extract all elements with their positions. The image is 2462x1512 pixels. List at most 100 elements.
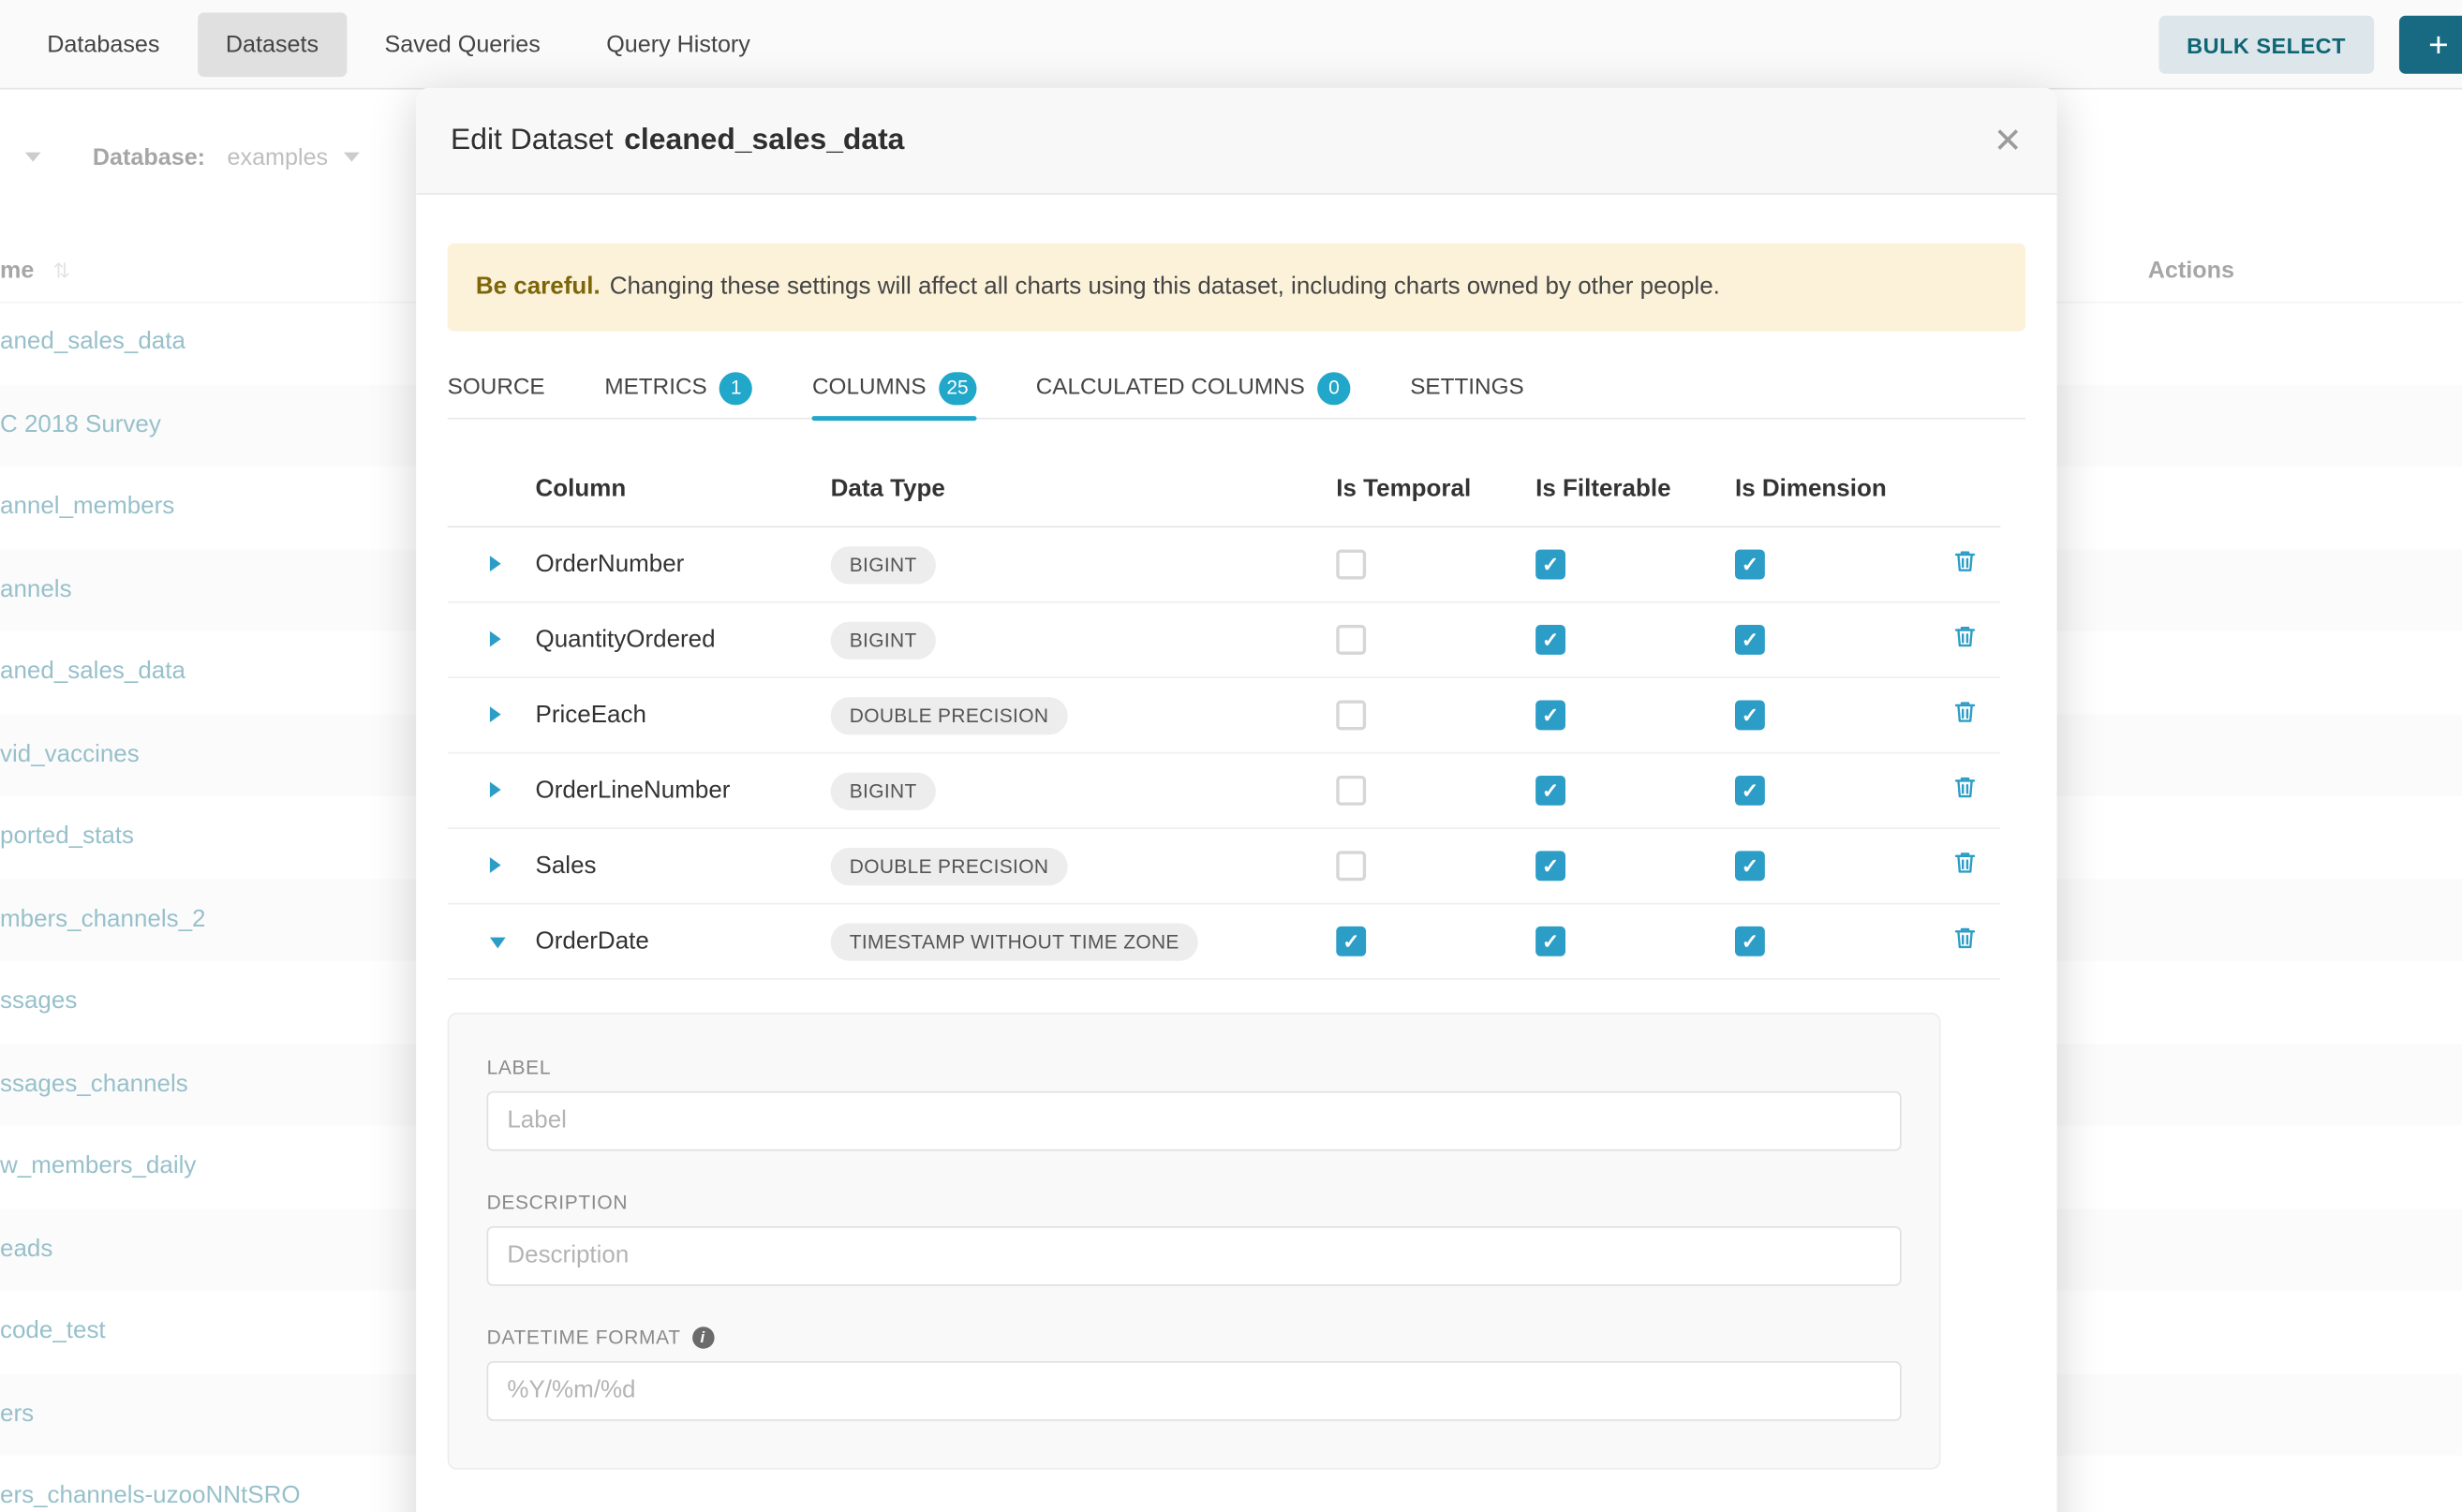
data-type-pill: BIGINT	[831, 772, 936, 809]
is-dimension-checkbox[interactable]: ✓	[1735, 851, 1765, 881]
tab-settings[interactable]: SETTINGS	[1410, 356, 1524, 419]
modal-tabs: SOURCE METRICS 1 COLUMNS 25 CALCULATED COLUMN…	[448, 356, 2025, 419]
column-row: SalesDOUBLE PRECISION ✓ ✓	[448, 829, 2001, 904]
column-name: Sales	[536, 852, 831, 880]
modal-header: Edit Dataset cleaned_sales_data ✕	[416, 88, 2056, 195]
nav-item-query-history[interactable]: Query History	[578, 12, 779, 77]
expand-caret-icon[interactable]	[490, 781, 501, 797]
expand-caret-icon[interactable]	[490, 856, 501, 872]
datetime-format-field: DATETIME FORMAT i	[487, 1327, 1902, 1421]
column-row: QuantityOrderedBIGINT ✓ ✓	[448, 603, 2001, 678]
data-type-pill: BIGINT	[831, 545, 936, 583]
is-temporal-checkbox[interactable]	[1336, 625, 1366, 655]
is-temporal-checkbox[interactable]	[1336, 851, 1366, 881]
delete-column-icon[interactable]	[1951, 623, 1978, 649]
top-navbar: DatabasesDatasetsSaved QueriesQuery Hist…	[0, 0, 2462, 90]
is-dimension-checkbox[interactable]: ✓	[1735, 550, 1765, 580]
column-row: OrderNumberBIGINT ✓ ✓	[448, 527, 2001, 602]
column-name: OrderNumber	[536, 550, 831, 578]
add-dataset-button[interactable]: +	[2399, 16, 2462, 74]
is-filterable-checkbox[interactable]: ✓	[1535, 851, 1565, 881]
delete-column-icon[interactable]	[1951, 547, 1978, 573]
datetime-format-input[interactable]	[487, 1361, 1902, 1421]
warning-banner-bold: Be careful.	[476, 274, 601, 302]
column-row: PriceEachDOUBLE PRECISION ✓ ✓	[448, 678, 2001, 753]
tab-metrics[interactable]: METRICS 1	[604, 356, 752, 419]
is-dimension-checkbox[interactable]: ✓	[1735, 701, 1765, 731]
columns-table: Column Data Type Is Temporal Is Filterab…	[448, 453, 2001, 979]
description-input[interactable]	[487, 1226, 1902, 1286]
bulk-select-button[interactable]: BULK SELECT	[2158, 16, 2374, 74]
data-type-pill: DOUBLE PRECISION	[831, 696, 1068, 734]
is-temporal-checkbox[interactable]: ✓	[1336, 926, 1366, 956]
column-name: PriceEach	[536, 701, 831, 729]
column-row: OrderDateTIMESTAMP WITHOUT TIME ZONE ✓ ✓ ✓	[448, 904, 2001, 979]
tab-label: SETTINGS	[1410, 376, 1524, 401]
col-header-is-dimension: Is Dimension	[1735, 476, 1951, 504]
col-header-is-temporal: Is Temporal	[1336, 476, 1535, 504]
modal-title: Edit Dataset	[451, 124, 613, 158]
description-field: DESCRIPTION	[487, 1192, 1902, 1286]
warning-banner-text: Changing these settings will affect all …	[610, 274, 1720, 302]
column-name: QuantityOrdered	[536, 626, 831, 654]
datetime-format-field-label: DATETIME FORMAT i	[487, 1327, 1902, 1348]
column-name: OrderLineNumber	[536, 777, 831, 805]
edit-dataset-modal: Edit Dataset cleaned_sales_data ✕ Be car…	[416, 88, 2056, 1512]
modal-body: Be careful. Changing these settings will…	[416, 195, 2056, 1470]
label-field-label: LABEL	[487, 1057, 1902, 1078]
column-name: OrderDate	[536, 927, 831, 956]
screen: Database: examples me ⇅ Actions aned_sal…	[0, 0, 2462, 1512]
data-type-pill: TIMESTAMP WITHOUT TIME ZONE	[831, 923, 1198, 960]
description-field-label: DESCRIPTION	[487, 1192, 1902, 1213]
info-icon[interactable]: i	[691, 1327, 713, 1348]
delete-column-icon[interactable]	[1951, 698, 1978, 724]
delete-column-icon[interactable]	[1951, 849, 1978, 875]
tab-count-badge: 0	[1317, 371, 1350, 404]
is-filterable-checkbox[interactable]: ✓	[1535, 625, 1565, 655]
is-temporal-checkbox[interactable]	[1336, 776, 1366, 806]
tab-calculated-columns[interactable]: CALCULATED COLUMNS 0	[1036, 356, 1351, 419]
nav-item-databases[interactable]: Databases	[19, 12, 188, 77]
delete-column-icon[interactable]	[1951, 773, 1978, 799]
label-input[interactable]	[487, 1091, 1902, 1151]
is-dimension-checkbox[interactable]: ✓	[1735, 776, 1765, 806]
is-temporal-checkbox[interactable]	[1336, 701, 1366, 731]
tab-label: CALCULATED COLUMNS	[1036, 376, 1305, 401]
nav-items: DatabasesDatasetsSaved QueriesQuery Hist…	[19, 12, 788, 77]
column-row: OrderLineNumberBIGINT ✓ ✓	[448, 753, 2001, 828]
is-filterable-checkbox[interactable]: ✓	[1535, 701, 1565, 731]
data-type-pill: DOUBLE PRECISION	[831, 847, 1068, 884]
columns-table-header: Column Data Type Is Temporal Is Filterab…	[448, 453, 2001, 527]
is-temporal-checkbox[interactable]	[1336, 550, 1366, 580]
col-header-data-type: Data Type	[831, 476, 1337, 504]
is-filterable-checkbox[interactable]: ✓	[1535, 926, 1565, 956]
is-filterable-checkbox[interactable]: ✓	[1535, 550, 1565, 580]
tab-columns[interactable]: COLUMNS 25	[812, 356, 976, 419]
label-field: LABEL	[487, 1057, 1902, 1151]
tab-label: SOURCE	[448, 376, 545, 401]
columns-table-rows: OrderNumberBIGINT✓✓QuantityOrderedBIGINT…	[448, 527, 2001, 980]
col-header-column: Column	[536, 476, 831, 504]
delete-column-icon[interactable]	[1951, 924, 1978, 950]
tab-count-badge: 1	[719, 371, 752, 404]
nav-item-saved-queries[interactable]: Saved Queries	[356, 12, 569, 77]
collapse-caret-icon[interactable]	[490, 937, 506, 948]
datetime-format-label-text: DATETIME FORMAT	[487, 1327, 681, 1348]
is-dimension-checkbox[interactable]: ✓	[1735, 625, 1765, 655]
col-header-is-filterable: Is Filterable	[1535, 476, 1735, 504]
tab-label: COLUMNS	[812, 376, 927, 401]
tab-source[interactable]: SOURCE	[448, 356, 545, 419]
tab-label: METRICS	[604, 376, 706, 401]
modal-title-dataset-name: cleaned_sales_data	[624, 124, 904, 158]
expand-caret-icon[interactable]	[490, 705, 501, 721]
close-icon[interactable]: ✕	[1994, 124, 2023, 158]
warning-banner: Be careful. Changing these settings will…	[448, 244, 2025, 332]
expand-caret-icon[interactable]	[490, 630, 501, 646]
expand-caret-icon[interactable]	[490, 555, 501, 571]
nav-item-datasets[interactable]: Datasets	[198, 12, 348, 77]
is-dimension-checkbox[interactable]: ✓	[1735, 926, 1765, 956]
is-filterable-checkbox[interactable]: ✓	[1535, 776, 1565, 806]
data-type-pill: BIGINT	[831, 621, 936, 659]
tab-count-badge: 25	[939, 371, 976, 404]
column-detail-panel: LABEL DESCRIPTION DATETIME FORMAT i	[448, 1013, 1941, 1470]
